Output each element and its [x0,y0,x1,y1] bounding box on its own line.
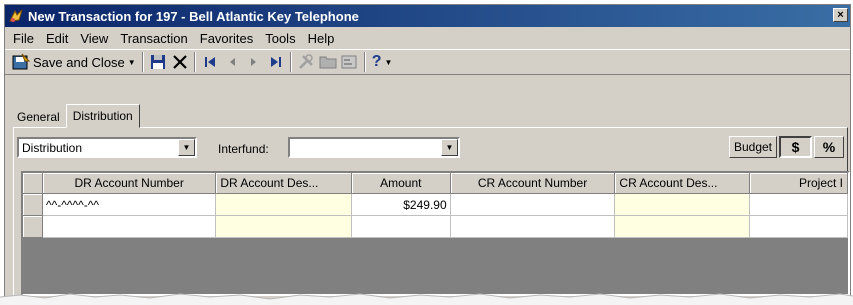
distribution-view-value: Distribution [22,140,83,155]
cr-account-cell[interactable] [450,215,616,238]
chevron-down-icon[interactable]: ▼ [384,58,392,67]
amount-cell[interactable] [351,215,451,238]
save-and-close-button[interactable]: Save and Close ▼ [9,51,139,73]
toolbar-separator [363,52,366,72]
tab-distribution[interactable]: Distribution [65,104,140,128]
table-row[interactable] [23,215,848,238]
menu-edit[interactable]: Edit [40,31,74,46]
amount-cell[interactable]: $249.90 [351,193,451,216]
chevron-down-icon[interactable]: ▼ [128,58,136,67]
tools-icon[interactable] [297,53,315,71]
column-header[interactable]: DR Account Des... [215,173,352,194]
tab-general[interactable]: General [11,107,66,127]
tab-strip: General Distribution [11,104,140,128]
last-record-icon[interactable] [267,53,285,71]
menu-favorites[interactable]: Favorites [194,31,259,46]
chevron-down-icon[interactable]: ▼ [178,139,195,156]
dr-description-cell[interactable] [215,215,352,238]
table-row[interactable]: ^^-^^^^-^^ $249.90 [23,193,848,216]
distribution-grid: DR Account Number DR Account Des... Amou… [21,171,850,296]
toolbar-separator [289,52,292,72]
cr-description-cell[interactable] [614,215,751,238]
distribution-view-select[interactable]: Distribution ▼ [17,137,197,158]
menu-bar: File Edit View Transaction Favorites Too… [5,28,850,48]
row-selector-header [23,173,43,194]
previous-record-icon[interactable] [223,53,241,71]
chevron-down-icon[interactable]: ▼ [441,139,458,156]
row-selector[interactable] [23,215,43,238]
interfund-label: Interfund: [218,142,269,156]
menu-transaction[interactable]: Transaction [114,31,193,46]
project-cell[interactable] [749,215,848,238]
percent-mode-button[interactable]: % [814,136,844,158]
column-header[interactable]: Project I [749,173,848,194]
save-and-close-label: Save and Close [33,54,125,70]
grid-header-row: DR Account Number DR Account Des... Amou… [23,173,848,194]
save-icon[interactable] [149,53,167,71]
toolbar: Save and Close ▼ ? ▼ [5,49,850,75]
folder-icon[interactable] [319,53,337,71]
dr-description-cell[interactable] [215,193,352,216]
help-button[interactable]: ? ▼ [369,51,396,73]
delete-icon[interactable] [171,53,189,71]
first-record-icon[interactable] [201,53,219,71]
help-icon: ? [371,53,382,70]
interfund-select[interactable]: ▼ [288,137,460,158]
next-record-icon[interactable] [245,53,263,71]
budget-button[interactable]: Budget [729,136,777,158]
column-header[interactable]: DR Account Number [42,173,217,194]
menu-view[interactable]: View [74,31,114,46]
torn-edge [0,293,853,305]
cr-description-cell[interactable] [614,193,751,216]
title-bar: New Transaction for 197 - Bell Atlantic … [5,5,850,27]
menu-tools[interactable]: Tools [259,31,301,46]
close-button[interactable]: × [833,8,848,22]
column-header[interactable]: CR Account Des... [614,173,751,194]
toolbar-separator [193,52,196,72]
menu-help[interactable]: Help [302,31,341,46]
dollar-mode-button[interactable]: $ [779,136,812,158]
save-close-icon [12,53,30,70]
column-header[interactable]: CR Account Number [450,173,616,194]
project-cell[interactable] [749,193,848,216]
column-header[interactable]: Amount [351,173,451,194]
toolbar-separator [141,52,144,72]
app-icon [9,9,23,22]
menu-file[interactable]: File [5,31,40,46]
window-title: New Transaction for 197 - Bell Atlantic … [28,8,359,24]
dr-account-cell[interactable]: ^^-^^^^-^^ [42,193,217,216]
cr-account-cell[interactable] [450,193,616,216]
row-selector[interactable] [23,193,43,216]
transaction-window: New Transaction for 197 - Bell Atlantic … [4,4,851,301]
properties-icon[interactable] [341,53,359,71]
dr-account-cell[interactable] [42,215,217,238]
